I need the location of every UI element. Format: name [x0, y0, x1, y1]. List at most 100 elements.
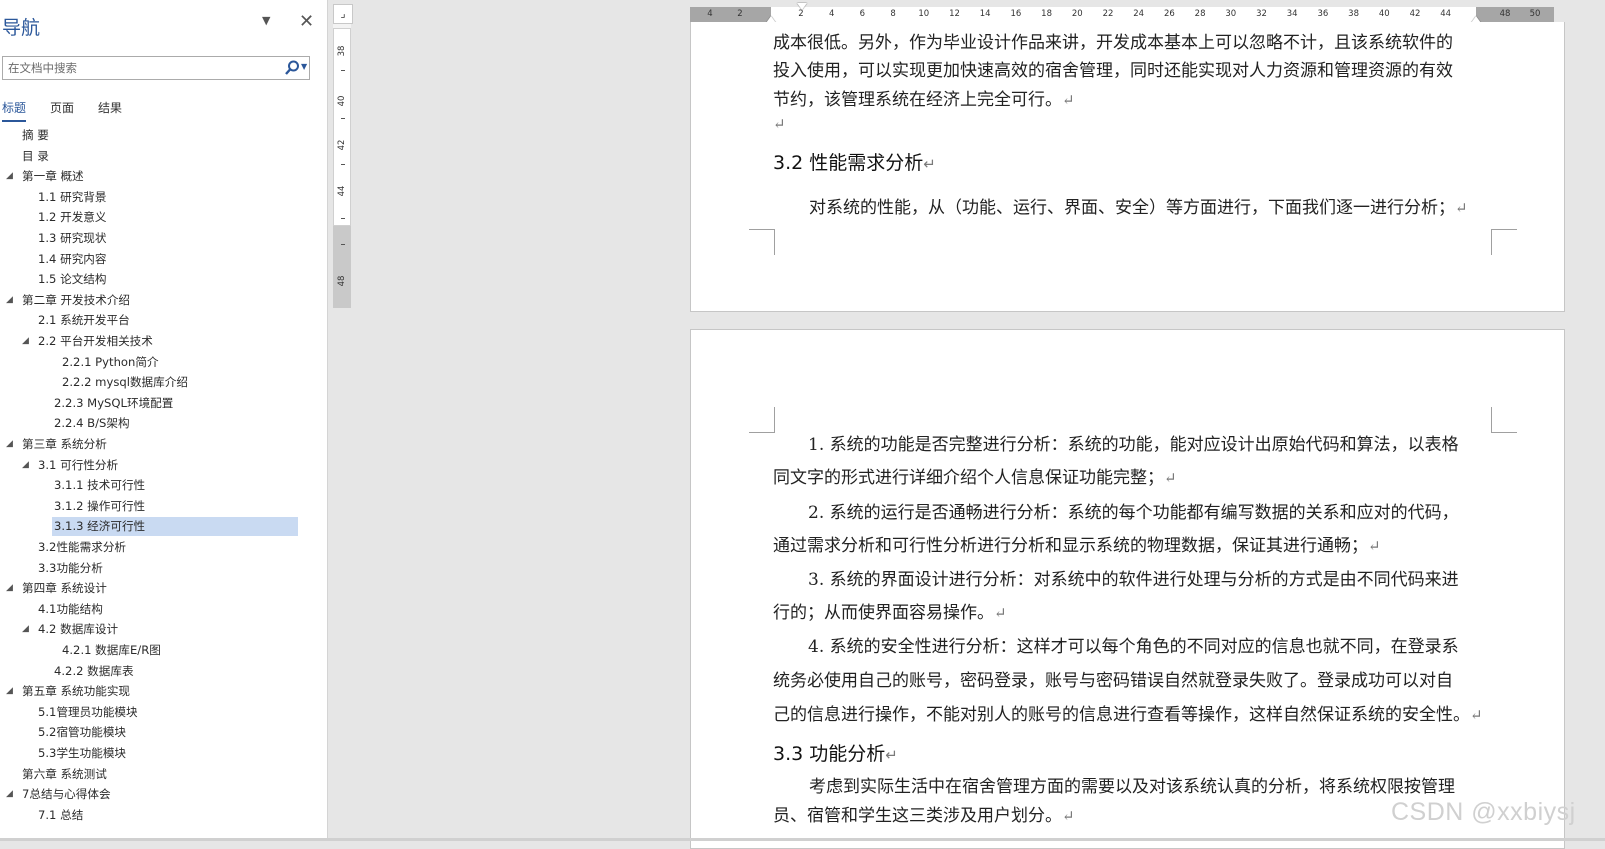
outline-item[interactable]: 2.2.4 B/S架构	[52, 414, 130, 433]
doc-list-line[interactable]: 2. 系统的运行是否通畅进行分析：系统的每个功能都有编写数据的关系和应对的代码，	[808, 498, 1528, 523]
outline-item[interactable]: 3.1.3 经济可行性	[52, 517, 298, 537]
tab-stop-selector[interactable]: ⌟	[333, 4, 353, 24]
ruler-tick	[341, 118, 345, 119]
outline-item[interactable]: 第一章 概述	[20, 167, 84, 186]
outline-item[interactable]: 2.2.1 Python简介	[60, 353, 159, 372]
vertical-ruler-bottom-margin	[333, 226, 351, 308]
doc-list-line[interactable]: 1. 系统的功能是否完整进行分析：系统的功能，能对应设计出原始代码和算法，以表格	[808, 430, 1528, 455]
outline-item[interactable]: 5.2宿管功能模块	[36, 723, 126, 742]
search-icon[interactable]	[283, 59, 301, 77]
search-input[interactable]	[3, 57, 283, 79]
expand-collapse-icon[interactable]: ◢	[6, 682, 13, 701]
outline-item[interactable]: 第六章 系统测试	[20, 765, 107, 784]
doc-list-line[interactable]: 行的；从而使界面容易操作。↵	[773, 598, 1493, 623]
doc-list-line[interactable]: 3. 系统的界面设计进行分析：对系统中的软件进行处理与分析的方式是由不同代码来进	[808, 565, 1528, 590]
ruler-number: 30	[1225, 9, 1237, 19]
ruler-number: 20	[1071, 9, 1083, 19]
outline-item[interactable]: 2.2 平台开发相关技术	[36, 332, 153, 351]
outline-item[interactable]: 3.1.1 技术可行性	[52, 476, 145, 495]
close-icon[interactable]: ✕	[299, 11, 314, 33]
outline-item[interactable]: 第五章 系统功能实现	[20, 682, 130, 701]
ruler-number: 44	[1440, 9, 1452, 19]
outline-item[interactable]: 7总结与心得体会	[20, 785, 111, 804]
outline-item[interactable]: 4.2.1 数据库E/R图	[60, 641, 161, 660]
outline-item[interactable]: 4.1功能结构	[36, 600, 103, 619]
ruler-number: 50	[1529, 9, 1541, 19]
doc-list-line[interactable]: 同文字的形式进行详细介绍个人信息保证功能完整；↵	[773, 463, 1493, 488]
ruler-number: 38	[337, 45, 347, 57]
doc-list-line[interactable]: 4. 系统的安全性进行分析：这样才可以每个角色的不同对应的信息也就不同，在登录系	[808, 632, 1528, 657]
doc-list-line[interactable]: 己的信息进行操作，不能对别人的账号的信息进行查看等操作，这样自然保证系统的安全性…	[773, 700, 1493, 725]
expand-collapse-icon[interactable]: ◢	[22, 332, 29, 351]
tab-pages[interactable]: 页面	[50, 99, 74, 116]
expand-collapse-icon[interactable]: ◢	[6, 435, 13, 454]
ruler-number: 4	[828, 9, 835, 19]
outline-item[interactable]: 7.1 总结	[36, 806, 83, 825]
tab-headings[interactable]: 标题	[2, 99, 27, 122]
outline-item[interactable]: 第二章 开发技术介绍	[20, 291, 130, 310]
expand-collapse-icon[interactable]: ◢	[22, 456, 29, 475]
outline-item[interactable]: 目 录	[20, 147, 49, 166]
ruler-number: 44	[337, 185, 347, 197]
doc-paragraph-line[interactable]: 对系统的性能，从（功能、运行、界面、安全）等方面进行，下面我们逐一进行分析；↵	[809, 193, 1529, 218]
ruler-number: 40	[337, 95, 347, 107]
outline-item[interactable]: 2.1 系统开发平台	[36, 311, 130, 330]
outline-item[interactable]: 第三章 系统分析	[20, 435, 107, 454]
ruler-number: 4	[707, 9, 713, 19]
doc-list-line[interactable]: 统务必使用自己的账号，密码登录，账号与密码错误自然就登录失败了。登录成功可以对自	[773, 666, 1493, 691]
outline-item[interactable]: 2.2.2 mysql数据库介绍	[60, 373, 188, 392]
outline-item[interactable]: 3.2性能需求分析	[36, 538, 126, 557]
outline-item[interactable]: 1.4 研究内容	[36, 250, 107, 269]
horizontal-ruler-text-area	[771, 7, 1476, 22]
doc-paragraph-line[interactable]: 成本很低。另外，作为毕业设计作品来讲，开发成本基本上可以忽略不计，且该系统软件的	[773, 28, 1493, 53]
expand-collapse-icon[interactable]: ◢	[6, 291, 13, 310]
ruler-tick	[341, 218, 345, 219]
ruler-number: 40	[1378, 9, 1390, 19]
horizontal-ruler: 4 2 2 4 6 8 10 12 14 16 18 20 22 24 26 28 30 32 34 36 38 40 42…	[690, 3, 1554, 23]
outline-item[interactable]: 第四章 系统设计	[20, 579, 107, 598]
heading-3-3[interactable]: 3.3 功能分析↵	[773, 739, 898, 766]
ruler-number: 36	[1317, 9, 1329, 19]
outline-item[interactable]: 3.1 可行性分析	[36, 456, 118, 475]
ruler-number: 42	[337, 139, 347, 151]
crop-mark	[749, 407, 775, 433]
ruler-number: 6	[859, 9, 866, 19]
outline-item[interactable]: 2.2.3 MySQL环境配置	[52, 394, 173, 413]
outline-item[interactable]: 1.5 论文结构	[36, 270, 107, 289]
outline-item[interactable]: 4.2.2 数据库表	[52, 662, 134, 681]
outline-item[interactable]: 1.1 研究背景	[36, 188, 107, 207]
search-box: ▼	[2, 56, 310, 80]
ruler-tick	[341, 244, 345, 245]
first-line-indent-marker[interactable]	[797, 3, 807, 10]
expand-collapse-icon[interactable]: ◢	[6, 579, 13, 598]
watermark: CSDN @xxbiysj	[1391, 798, 1576, 826]
nav-tabs: 标题 页面 结果	[0, 96, 320, 122]
doc-paragraph-line[interactable]: 考虑到实际生活中在宿舍管理方面的需要以及对该系统认真的分析，将系统权限按管理	[809, 772, 1529, 797]
outline-item[interactable]: 1.3 研究现状	[36, 229, 107, 248]
outline-item[interactable]: 3.3功能分析	[36, 559, 103, 578]
heading-3-2[interactable]: 3.2 性能需求分析↵	[773, 148, 936, 175]
expand-collapse-icon[interactable]: ◢	[22, 620, 29, 639]
ruler-number: 38	[1348, 9, 1360, 19]
expand-collapse-icon[interactable]: ◢	[6, 785, 13, 804]
expand-collapse-icon[interactable]: ◢	[6, 167, 13, 186]
ruler-number: 14	[979, 9, 991, 19]
doc-paragraph-line[interactable]: 员、宿管和学生这三类涉及用户划分。↵	[773, 801, 1493, 826]
search-options-chevron-icon[interactable]: ▼	[301, 62, 307, 71]
outline-item[interactable]: 3.1.2 操作可行性	[52, 497, 145, 516]
outline-item[interactable]: 1.2 开发意义	[36, 208, 107, 227]
doc-empty-paragraph[interactable]: ↵	[773, 114, 1493, 134]
chevron-down-icon[interactable]: ▼	[262, 14, 270, 27]
tab-results[interactable]: 结果	[98, 99, 122, 116]
ruler-number: 2	[798, 9, 804, 19]
doc-list-line[interactable]: 通过需求分析和可行性分析进行分析和显示系统的物理数据，保证其进行通畅；↵	[773, 531, 1493, 556]
crop-mark	[1491, 229, 1517, 255]
outline-item[interactable]: 5.1管理员功能模块	[36, 703, 138, 722]
doc-paragraph-line[interactable]: 投入使用，可以实现更加快速高效的宿舍管理，同时还能实现对人力资源和管理资源的有效	[773, 56, 1493, 81]
ruler-number: 18	[1041, 9, 1053, 19]
outline-item[interactable]: 摘 要	[20, 126, 49, 145]
ruler-number: 10	[918, 9, 930, 19]
outline-item[interactable]: 4.2 数据库设计	[36, 620, 118, 639]
outline-item[interactable]: 5.3学生功能模块	[36, 744, 126, 763]
doc-paragraph-line[interactable]: 节约，该管理系统在经济上完全可行。↵	[773, 85, 1493, 110]
